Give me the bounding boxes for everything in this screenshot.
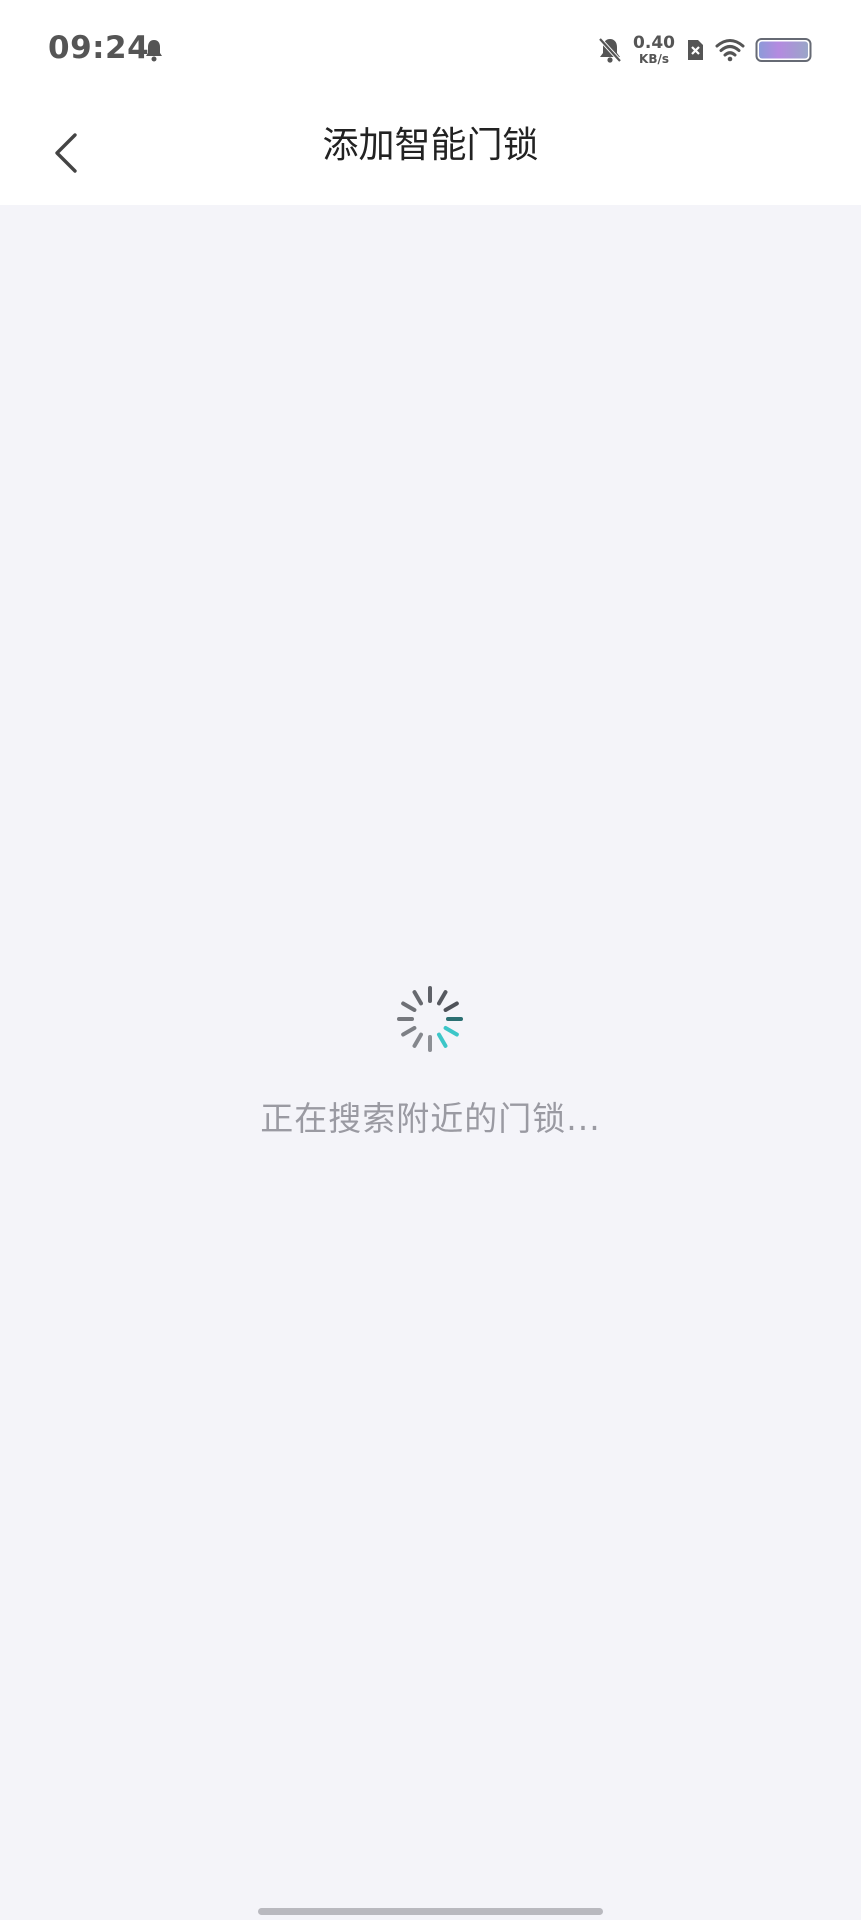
status-time: 09:24 [48, 30, 150, 66]
spinner-tick [412, 1032, 423, 1048]
sim-x-icon [688, 40, 703, 60]
status-icons: 0.40 KB/s [597, 32, 813, 68]
app-header: 添加智能门锁 [0, 100, 861, 205]
spinner-tick [412, 990, 423, 1006]
battery-icon [755, 38, 812, 62]
spinner-tick [401, 1001, 417, 1012]
screen: 09:24 0.40 KB/s 添加智能门锁 正在搜索附近的门锁... [0, 0, 861, 1920]
main-content [0, 205, 861, 1920]
network-speed-value: 0.40 [633, 33, 675, 53]
searching-status-text: 正在搜索附近的门锁... [260, 1099, 601, 1138]
spinner-tick [401, 1026, 417, 1037]
loading-spinner-icon [397, 986, 463, 1052]
wifi-icon [715, 39, 745, 62]
notification-bell-icon [146, 40, 162, 62]
status-bar: 09:24 0.40 KB/s [0, 0, 861, 100]
network-speed: 0.40 KB/s [633, 33, 675, 66]
page-title: 添加智能门锁 [322, 125, 539, 166]
spinner-tick [437, 990, 448, 1006]
spinner-tick [437, 1032, 448, 1048]
home-indicator[interactable] [258, 1908, 603, 1915]
spinner-tick [443, 1001, 459, 1012]
mute-icon [598, 37, 622, 63]
network-speed-unit: KB/s [639, 52, 670, 66]
spinner-tick [443, 1026, 459, 1037]
